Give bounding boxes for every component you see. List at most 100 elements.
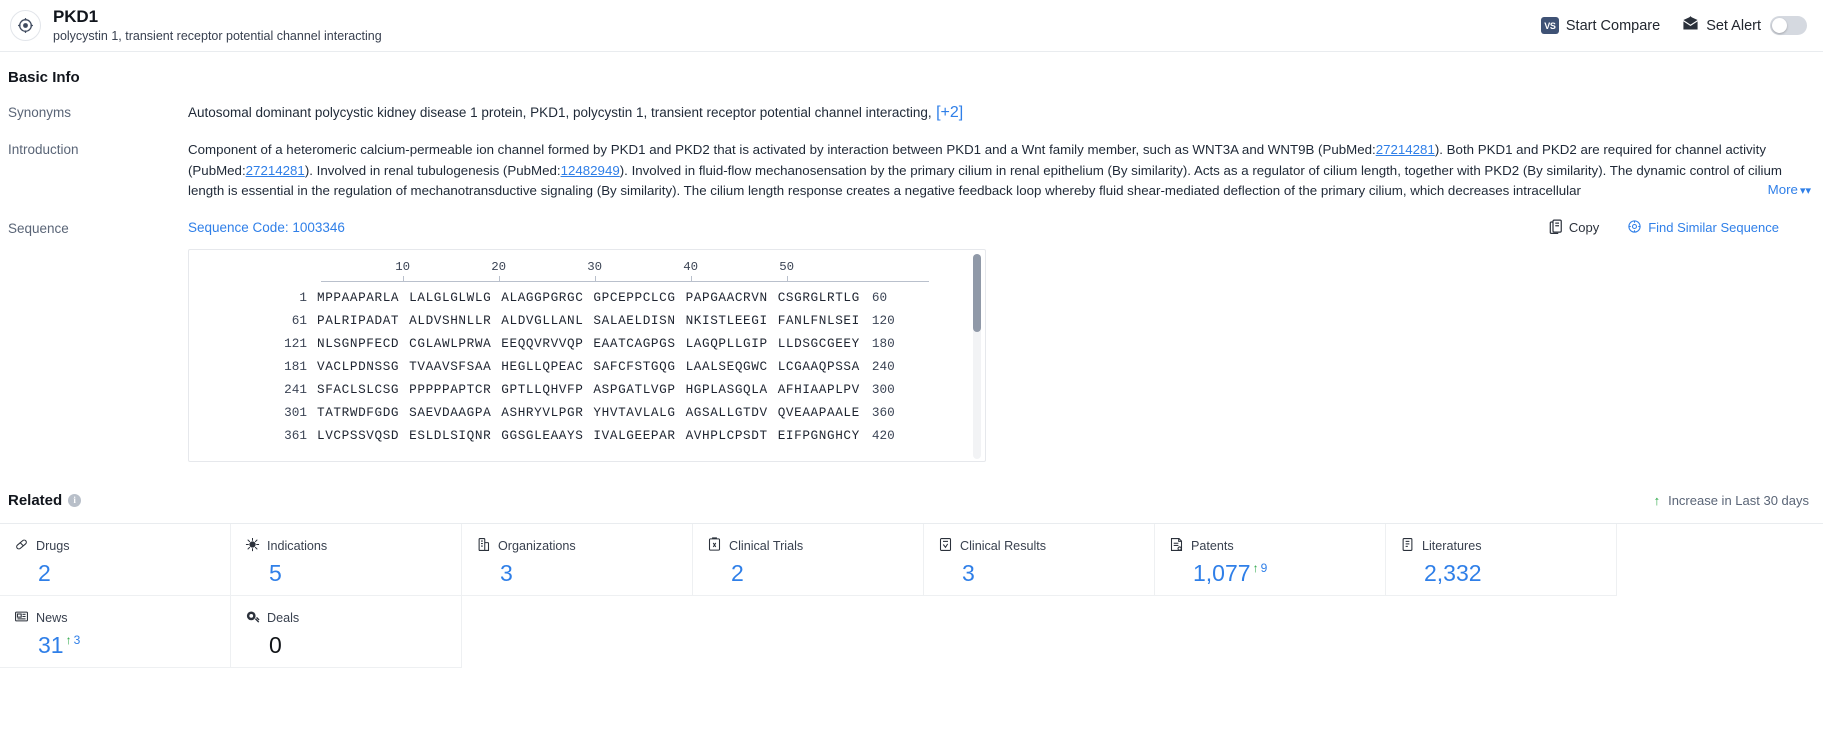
stat-delta: ↑ 9 bbox=[1253, 559, 1268, 576]
sequence-chunk: SFACLSLCSG bbox=[317, 381, 400, 397]
sequence-code[interactable]: Sequence Code: 1003346 bbox=[188, 220, 345, 235]
stat-card-drugs[interactable]: Drugs 2 bbox=[0, 523, 231, 596]
sequence-chunk: LCGAAQPSSA bbox=[777, 358, 860, 374]
ruler-line bbox=[321, 280, 929, 282]
sequence-viewer[interactable]: 10 20 30 40 50 1 MPPAAPARLA LALGLGLWLG ALAGGPGR… bbox=[188, 248, 986, 462]
sequence-chunk: ASHRYVLPGR bbox=[501, 404, 584, 420]
introduction-more-button[interactable]: More ▾▾ bbox=[1725, 180, 1811, 202]
ruler-tick bbox=[594, 275, 596, 282]
stat-value-number: 31 bbox=[38, 631, 64, 658]
gene-symbol: PKD1 bbox=[53, 7, 98, 26]
sequence-chunk: ALDVSHNLLR bbox=[409, 312, 492, 328]
ruler-tick-label: 50 bbox=[779, 259, 795, 274]
find-similar-icon bbox=[1627, 219, 1642, 237]
synonyms-more-link[interactable]: [+2] bbox=[936, 104, 963, 121]
stat-value-number: 5 bbox=[269, 559, 282, 586]
sequence-chunk: LLDSGCGEEY bbox=[777, 335, 860, 351]
sequence-chunk: IVALGEEPAR bbox=[593, 427, 676, 443]
sequence-chunk: CSGRGLRTLG bbox=[777, 289, 860, 305]
stat-delta-value: 3 bbox=[73, 632, 81, 647]
sequence-chunk: HEGLLQPEAC bbox=[501, 358, 584, 374]
pubmed-link[interactable]: 12482949 bbox=[561, 163, 620, 178]
info-icon[interactable]: i bbox=[68, 493, 82, 507]
sequence-chunk: SAEVDAAGPA bbox=[409, 404, 492, 420]
stat-value-number: 2 bbox=[38, 559, 51, 586]
sequence-chunk: EAATCAGPGS bbox=[593, 335, 676, 351]
set-alert-button[interactable]: Set Alert bbox=[1682, 16, 1807, 35]
chevron-down-icon: ▾▾ bbox=[1799, 185, 1811, 198]
sequence-label: Sequence bbox=[8, 220, 69, 236]
find-similar-sequence-button[interactable]: Find Similar Sequence bbox=[1627, 219, 1779, 237]
news-icon bbox=[14, 609, 29, 627]
sequence-start-index: 121 bbox=[284, 335, 307, 351]
pubmed-link[interactable]: 27214281 bbox=[1376, 142, 1435, 157]
sequence-chunk: AFHIAAPLPV bbox=[777, 381, 860, 397]
sequence-chunk: SALAELDISN bbox=[593, 312, 676, 328]
sequence-residues: NLSGNPFECD CGLAWLPRWA EEQQVRVVQP EAATCAGPGS… bbox=[317, 336, 870, 351]
sequence-end-index: 120 bbox=[871, 312, 895, 328]
pubmed-link[interactable]: 27214281 bbox=[246, 163, 305, 178]
stat-label: Clinical Trials bbox=[707, 537, 923, 555]
app-header: PKD1 polycystin 1, transient receptor po… bbox=[0, 0, 1823, 52]
stat-card-deals[interactable]: Deals 0 bbox=[231, 595, 462, 668]
sequence-chunk: ASPGATLVGP bbox=[593, 381, 676, 397]
sequence-end-index: 300 bbox=[871, 381, 895, 397]
copy-label: Copy bbox=[1568, 220, 1600, 236]
stat-value: 2 bbox=[707, 559, 923, 587]
introduction-text: Component of a heteromeric calcium-perme… bbox=[188, 140, 1811, 202]
sequence-end-index: 360 bbox=[871, 404, 895, 420]
more-label: More bbox=[1767, 182, 1798, 198]
sequence-start-index: 1 bbox=[299, 289, 307, 305]
sequence-header: Sequence Code: 1003346 Copy Find Similar… bbox=[188, 219, 1811, 237]
book-icon bbox=[1400, 537, 1415, 555]
introduction-clamp: Component of a heteromeric calcium-perme… bbox=[188, 140, 1811, 202]
copy-button[interactable]: Copy bbox=[1549, 219, 1599, 237]
sequence-chunk: TVAAVSFSAA bbox=[409, 358, 492, 374]
stat-label: News bbox=[14, 609, 230, 627]
sequence-chunk: QVEAAPAALE bbox=[777, 404, 860, 420]
sequence-chunk: GGSGLEAAYS bbox=[501, 427, 584, 443]
sequence-start-index: 241 bbox=[284, 381, 307, 397]
clipboard-trial-icon bbox=[707, 537, 722, 555]
sequence-residues: TATRWDFGDG SAEVDAAGPA ASHRYVLPGR YHVTAVLALG… bbox=[317, 405, 870, 420]
stat-label: Indications bbox=[245, 537, 461, 555]
stat-card-clinical-trials[interactable]: Clinical Trials 2 bbox=[693, 523, 924, 596]
sequence-chunk: LAALSEQGWC bbox=[685, 358, 768, 374]
stat-label: Patents bbox=[1169, 537, 1385, 555]
sequence-chunk: EIFPGNGHCY bbox=[777, 427, 860, 443]
stat-label-text: Drugs bbox=[36, 538, 70, 553]
introduction-segment: Component of a heteromeric calcium-perme… bbox=[188, 142, 1376, 157]
page-title: PKD1 polycystin 1, transient receptor po… bbox=[53, 7, 382, 44]
sequence-scrollbar-thumb[interactable] bbox=[973, 253, 981, 332]
stat-card-organizations[interactable]: Organizations 3 bbox=[462, 523, 693, 596]
stat-value: 1,077 ↑ 9 bbox=[1169, 559, 1385, 587]
sequence-chunk: AGSALLGTDV bbox=[685, 404, 768, 420]
sequence-end-index: 60 bbox=[871, 289, 888, 305]
sequence-line: 301 TATRWDFGDG SAEVDAAGPA ASHRYVLPGR YHVTAVL… bbox=[189, 405, 985, 428]
sequence-chunk: ALDVGLLANL bbox=[501, 312, 584, 328]
start-compare-button[interactable]: VS Start Compare bbox=[1540, 17, 1660, 34]
stat-label: Drugs bbox=[14, 537, 230, 555]
stat-card-news[interactable]: News 31 ↑ 3 bbox=[0, 595, 231, 668]
stat-label: Clinical Results bbox=[938, 537, 1154, 555]
stat-value: 5 bbox=[245, 559, 461, 587]
introduction-label: Introduction bbox=[8, 142, 79, 157]
sequence-ruler: 10 20 30 40 50 bbox=[321, 260, 931, 290]
set-alert-toggle[interactable] bbox=[1770, 16, 1807, 35]
sequence-body: Sequence Code: 1003346 Copy Find Similar… bbox=[188, 219, 1823, 462]
stat-card-literatures[interactable]: Literatures 2,332 bbox=[1386, 523, 1617, 596]
target-gene-icon bbox=[10, 10, 41, 41]
set-alert-label: Set Alert bbox=[1706, 17, 1761, 34]
sequence-line: 241 SFACLSLCSG PPPPPAPTCR GPTLLQHVFP ASPGATL… bbox=[189, 382, 985, 405]
arrow-up-icon: ↑ bbox=[1653, 492, 1661, 508]
sequence-chunk: PPPPPAPTCR bbox=[409, 381, 492, 397]
sequence-start-index: 361 bbox=[284, 427, 307, 443]
stat-card-patents[interactable]: Patents 1,077 ↑ 9 bbox=[1155, 523, 1386, 596]
sequence-scrollbar[interactable] bbox=[973, 253, 981, 459]
synonyms-row: Synonyms Autosomal dominant polycystic k… bbox=[0, 86, 1823, 123]
stat-value: 3 bbox=[476, 559, 692, 587]
stat-value: 2,332 bbox=[1400, 559, 1616, 587]
stat-card-indications[interactable]: Indications 5 bbox=[231, 523, 462, 596]
sequence-chunk: NKISTLEEGI bbox=[685, 312, 768, 328]
stat-card-clinical-results[interactable]: Clinical Results 3 bbox=[924, 523, 1155, 596]
